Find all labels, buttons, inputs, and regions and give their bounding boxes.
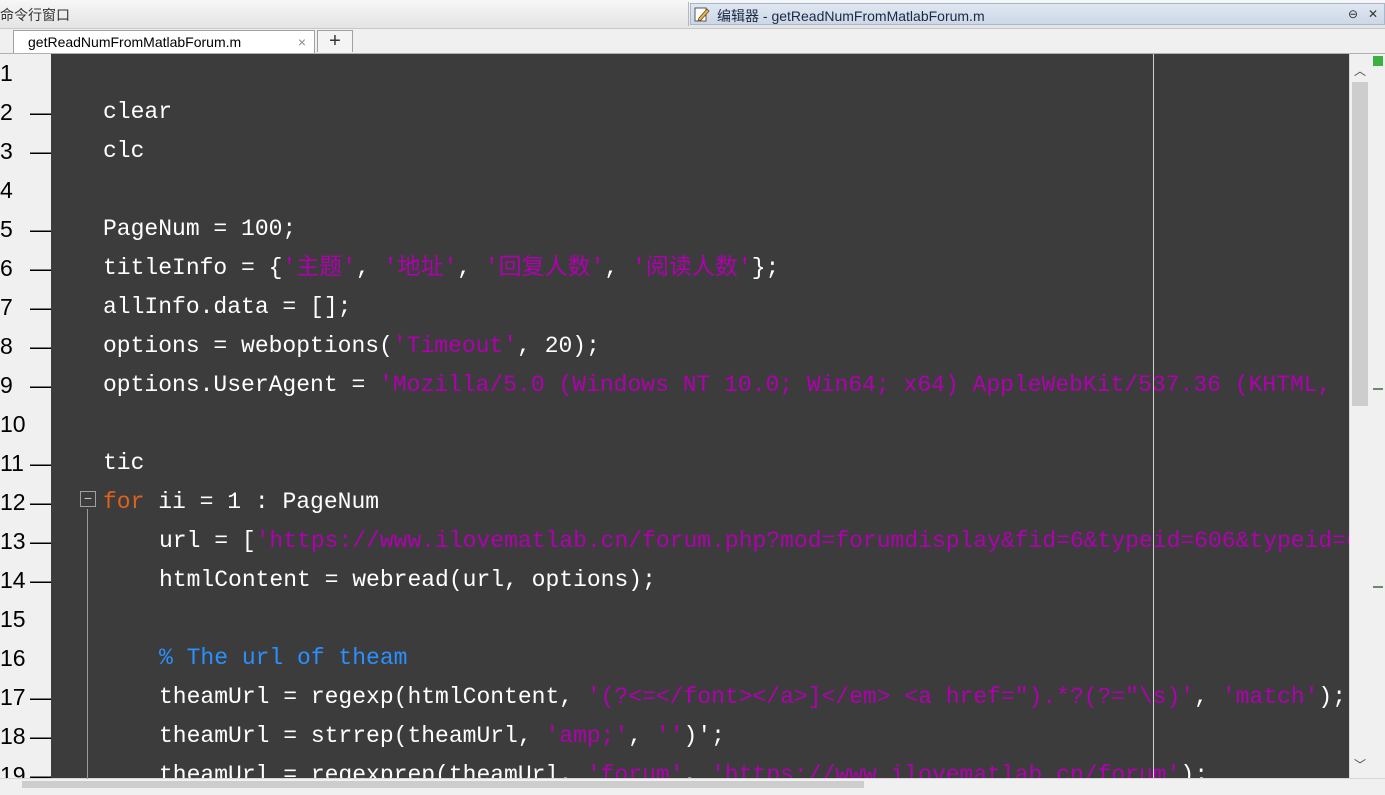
code-line[interactable]: theamUrl = regexp(htmlContent, '(?<=</fo… [159, 678, 1346, 717]
fold-guide [87, 509, 88, 779]
code-line[interactable]: theamUrl = strrep(theamUrl, 'amp;', '')'… [159, 717, 725, 756]
line-number: 18— [0, 723, 53, 749]
code-line[interactable]: PageNum = 100; [103, 210, 296, 249]
warning-marker[interactable] [1373, 586, 1383, 588]
editor-title-bar[interactable]: 编辑器 - getReadNumFromMatlabForum.m ⊖ ✕ [690, 3, 1385, 25]
line-number: 14— [0, 567, 53, 593]
line-number: 7— [0, 294, 53, 320]
code-line[interactable]: clear [103, 93, 172, 132]
minus-icon[interactable]: − [80, 491, 96, 507]
vertical-scrollbar[interactable]: ︿ ﹀ [1349, 54, 1370, 778]
tab-label: getReadNumFromMatlabForum.m [28, 34, 242, 50]
chevron-down-icon[interactable]: ⊖ [1345, 6, 1361, 22]
warning-marker[interactable] [1373, 388, 1383, 390]
line-number: 8— [0, 333, 53, 359]
line-number: 19— [0, 762, 53, 788]
line-number: 15 [0, 606, 26, 632]
code-line[interactable]: url = ['https://www.ilovematlab.cn/forum… [159, 522, 1349, 561]
scrollbar-thumb[interactable] [22, 781, 864, 788]
line-number-gutter: 1 2— 3— 4 5— 6— 7— 8— 9— 10 11— 12— 13— … [0, 54, 53, 788]
right-margin-guide [1153, 54, 1154, 778]
line-number: 4 [0, 177, 13, 203]
pencil-icon [694, 7, 710, 22]
code-line[interactable]: clc [103, 132, 144, 171]
code-line[interactable]: tic [103, 444, 144, 483]
title-bar: 命令行窗口 编辑器 - getReadNumFromMatlabForum.m … [0, 0, 1385, 29]
chevron-down-icon[interactable]: ﹀ [1350, 756, 1370, 774]
code-line[interactable]: for ii = 1 : PageNum [103, 483, 379, 522]
code-line[interactable]: options = weboptions('Timeout', 20); [103, 327, 600, 366]
code-comment[interactable]: % The url of theam [159, 639, 407, 678]
code-editor[interactable]: clear clc PageNum = 100; titleInfo = {'主… [51, 54, 1349, 778]
chevron-up-icon[interactable]: ︿ [1350, 62, 1370, 80]
line-number: 3— [0, 138, 53, 164]
line-number: 5— [0, 216, 53, 242]
tab-getreadnumfrommatlabforum[interactable]: getReadNumFromMatlabForum.m × [13, 30, 315, 53]
code-line[interactable]: allInfo.data = []; [103, 288, 351, 327]
close-icon[interactable]: ✕ [1365, 6, 1381, 22]
code-line[interactable]: htmlContent = webread(url, options); [159, 561, 656, 600]
close-icon[interactable]: × [298, 31, 306, 53]
code-line[interactable]: theamUrl = regexprep(theamUrl, 'forum', … [159, 756, 1208, 778]
tab-bar: getReadNumFromMatlabForum.m × + [0, 29, 1385, 54]
code-line[interactable]: options.UserAgent = 'Mozilla/5.0 (Window… [103, 366, 1349, 405]
line-number: 17— [0, 684, 53, 710]
code-line[interactable]: titleInfo = {'主题', '地址', '回复人数', '阅读人数'}… [103, 249, 779, 288]
line-number: 2— [0, 99, 53, 125]
scrollbar-thumb[interactable] [1352, 82, 1368, 406]
command-window-title[interactable]: 命令行窗口 [0, 5, 688, 25]
editor-title: 编辑器 - getReadNumFromMatlabForum.m [717, 8, 985, 24]
line-number: 10 [0, 411, 26, 437]
horizontal-scrollbar[interactable] [0, 778, 1385, 789]
code-analyzer-bar [1371, 54, 1385, 778]
line-number: 13— [0, 528, 53, 554]
line-number: 9— [0, 372, 53, 398]
line-number: 6— [0, 255, 53, 281]
line-number: 1 [0, 60, 13, 86]
status-indicator[interactable] [1373, 56, 1383, 66]
plus-icon[interactable]: + [317, 30, 353, 52]
panel-divider[interactable] [688, 2, 689, 26]
line-number: 11— [0, 450, 53, 476]
line-number: 16 [0, 645, 26, 671]
line-number: 12— [0, 489, 53, 515]
